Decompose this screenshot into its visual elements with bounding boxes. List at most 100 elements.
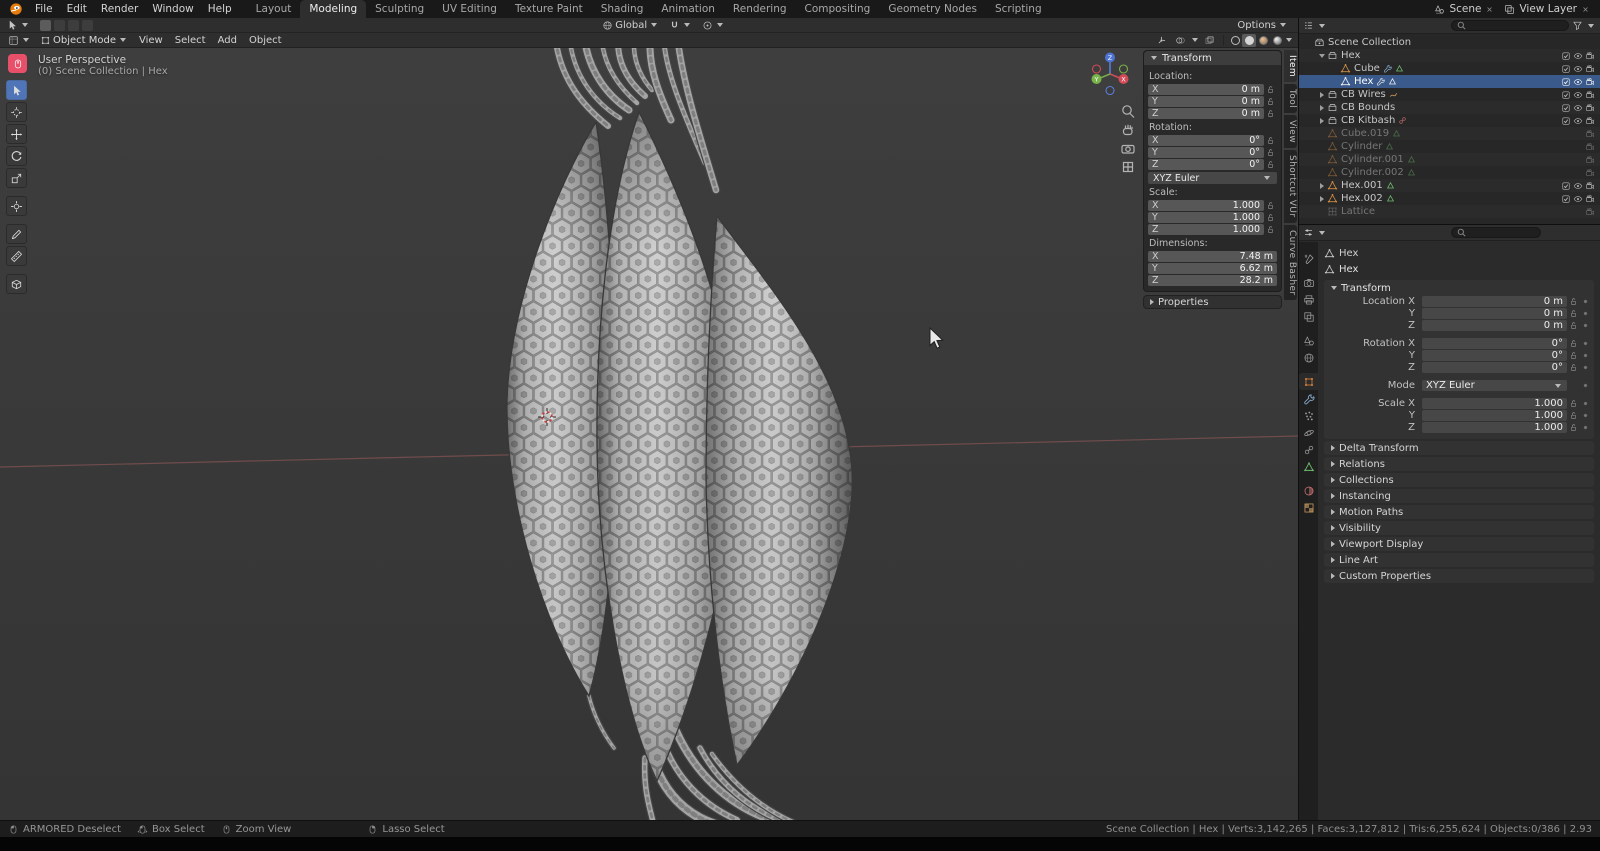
eye-toggle[interactable] bbox=[1572, 77, 1584, 87]
viewport-menu-view[interactable]: View bbox=[133, 35, 169, 46]
properties-tab-physics[interactable] bbox=[1299, 424, 1318, 441]
outliner-row-hex-002[interactable]: Hex.002 bbox=[1299, 192, 1600, 205]
lock-toggle[interactable] bbox=[1567, 351, 1580, 360]
field-location-x[interactable]: 0 m bbox=[1422, 296, 1567, 307]
rotation-mode-dropdown[interactable]: XYZ Euler bbox=[1148, 172, 1277, 184]
field-mode[interactable]: XYZ Euler bbox=[1422, 380, 1567, 391]
outliner-row-lattice[interactable]: Lattice bbox=[1299, 205, 1600, 218]
eye-toggle[interactable] bbox=[1572, 90, 1584, 100]
breadcrumb[interactable]: Hex bbox=[1324, 246, 1594, 261]
animate-decorator[interactable] bbox=[1580, 402, 1590, 405]
camera-toggle[interactable] bbox=[1584, 207, 1596, 217]
checkbox-toggle[interactable] bbox=[1560, 51, 1572, 61]
properties-tab-constraints[interactable] bbox=[1299, 441, 1318, 458]
field-dimensionsX[interactable]: X 7.48 m bbox=[1148, 251, 1277, 262]
sidebar-tab-item[interactable]: Item bbox=[1284, 50, 1297, 83]
eye-toggle[interactable] bbox=[1572, 116, 1584, 126]
camera-toggle[interactable] bbox=[1584, 194, 1596, 204]
options-dropdown[interactable]: Options bbox=[1233, 19, 1292, 32]
expand-toggle[interactable] bbox=[1316, 104, 1327, 111]
panel-relations[interactable]: Relations bbox=[1324, 457, 1594, 471]
viewport-canvas[interactable]: Z X Y bbox=[0, 48, 1298, 820]
panel-motion-paths[interactable]: Motion Paths bbox=[1324, 505, 1594, 519]
tool-measure-button[interactable] bbox=[6, 246, 27, 266]
checkbox-toggle[interactable] bbox=[1560, 116, 1572, 126]
workspace-tab-shading[interactable]: Shading bbox=[592, 0, 653, 18]
lock-toggle[interactable] bbox=[1264, 213, 1277, 222]
select-mode-set[interactable] bbox=[40, 19, 51, 31]
field-locationY[interactable]: Y0 m bbox=[1148, 96, 1264, 107]
checkbox-toggle[interactable] bbox=[1560, 181, 1572, 191]
properties-tab-particles[interactable] bbox=[1299, 407, 1318, 424]
select-mode-extend[interactable] bbox=[54, 19, 65, 31]
workspace-tab-sculpting[interactable]: Sculpting bbox=[366, 0, 433, 18]
select-mode-subtract[interactable] bbox=[68, 19, 79, 31]
lock-toggle[interactable] bbox=[1567, 309, 1580, 318]
field-y[interactable]: 0° bbox=[1422, 350, 1567, 361]
eye-toggle[interactable] bbox=[1572, 64, 1584, 74]
expand-toggle[interactable] bbox=[1316, 182, 1327, 189]
lock-toggle[interactable] bbox=[1567, 411, 1580, 420]
properties-search-input[interactable] bbox=[1451, 227, 1541, 238]
animate-decorator[interactable] bbox=[1580, 312, 1590, 315]
camera-toggle[interactable] bbox=[1584, 129, 1596, 139]
workspace-tab-layout[interactable]: Layout bbox=[247, 0, 301, 18]
outliner-row-cylinder-001[interactable]: Cylinder.001 bbox=[1299, 153, 1600, 166]
animate-decorator[interactable] bbox=[1580, 366, 1590, 369]
outliner-row-hex[interactable]: Hex bbox=[1299, 49, 1600, 62]
checkbox-toggle[interactable] bbox=[1560, 64, 1572, 74]
panel-collections[interactable]: Collections bbox=[1324, 473, 1594, 487]
orientation-dropdown[interactable]: Global bbox=[598, 19, 663, 32]
lock-toggle[interactable] bbox=[1264, 97, 1277, 106]
field-dimensionsZ[interactable]: Z 28.2 m bbox=[1148, 275, 1277, 286]
blender-logo[interactable] bbox=[9, 2, 23, 16]
field-scaleZ[interactable]: Z 1.000 bbox=[1148, 224, 1264, 235]
shading-solid[interactable] bbox=[1242, 33, 1256, 47]
field-y[interactable]: 0 m bbox=[1422, 308, 1567, 319]
properties-tab-render[interactable] bbox=[1299, 274, 1318, 291]
camera-toggle[interactable] bbox=[1584, 168, 1596, 178]
panel-custom-properties[interactable]: Custom Properties bbox=[1324, 569, 1594, 583]
tool-move-button[interactable] bbox=[6, 124, 27, 144]
field-rotationY[interactable]: Y 0° bbox=[1148, 147, 1264, 158]
xray-toggle[interactable] bbox=[1200, 34, 1219, 47]
outliner-editor-icon[interactable] bbox=[1303, 20, 1314, 31]
lock-toggle[interactable] bbox=[1567, 321, 1580, 330]
mode-dropdown[interactable]: Object Mode bbox=[36, 34, 132, 47]
lock-toggle[interactable] bbox=[1264, 148, 1277, 157]
eye-toggle[interactable] bbox=[1572, 51, 1584, 61]
menu-help[interactable]: Help bbox=[201, 2, 239, 16]
menu-render[interactable]: Render bbox=[94, 2, 145, 16]
select-mode-invert[interactable] bbox=[82, 19, 93, 31]
eye-toggle[interactable] bbox=[1572, 103, 1584, 113]
field-locationZ[interactable]: Z0 m bbox=[1148, 108, 1264, 119]
tool-cursor-button[interactable] bbox=[6, 102, 27, 122]
panel-visibility[interactable]: Visibility bbox=[1324, 521, 1594, 535]
3d-viewport[interactable]: Z X Y User Perspective (0) Scene Collectio… bbox=[0, 48, 1298, 820]
field-z[interactable]: 0° bbox=[1422, 362, 1567, 373]
panel-properties[interactable]: Properties bbox=[1143, 295, 1282, 309]
outliner-row-cb-kitbash[interactable]: CB Kitbash bbox=[1299, 114, 1600, 127]
workspace-tab-texture-paint[interactable]: Texture Paint bbox=[506, 0, 592, 18]
panel-line-art[interactable]: Line Art bbox=[1324, 553, 1594, 567]
animate-decorator[interactable] bbox=[1580, 342, 1590, 345]
shading-wireframe[interactable] bbox=[1228, 34, 1242, 47]
field-rotationZ[interactable]: Z 0° bbox=[1148, 159, 1264, 170]
checkbox-toggle[interactable] bbox=[1560, 103, 1572, 113]
outliner-row-hex-001[interactable]: Hex.001 bbox=[1299, 179, 1600, 192]
panel-viewport-display[interactable]: Viewport Display bbox=[1324, 537, 1594, 551]
filter-icon[interactable] bbox=[1572, 20, 1583, 31]
transform-panel-header[interactable]: Transform bbox=[1144, 51, 1281, 65]
outliner-row-scene-collection[interactable]: Scene Collection bbox=[1299, 36, 1600, 49]
properties-tab-tool[interactable] bbox=[1299, 250, 1318, 267]
lock-toggle[interactable] bbox=[1567, 399, 1580, 408]
tool-annotate-button[interactable] bbox=[6, 224, 27, 244]
outliner-row-cb-bounds[interactable]: CB Bounds bbox=[1299, 101, 1600, 114]
properties-tab-world[interactable] bbox=[1299, 349, 1318, 366]
lock-toggle[interactable] bbox=[1264, 109, 1277, 118]
animate-decorator[interactable] bbox=[1580, 426, 1590, 429]
properties-tab-data[interactable] bbox=[1299, 458, 1318, 475]
tool-tweak-select-button[interactable] bbox=[6, 80, 27, 100]
expand-toggle[interactable] bbox=[1316, 117, 1327, 124]
workspace-tab-rendering[interactable]: Rendering bbox=[724, 0, 796, 18]
